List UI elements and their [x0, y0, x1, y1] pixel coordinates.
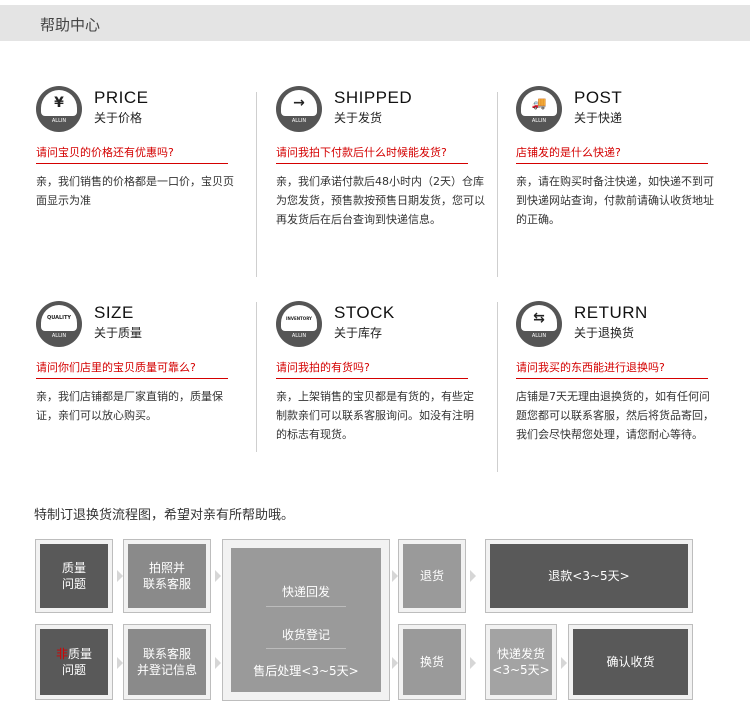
card-question: 请问你们店里的宝贝质量可靠么?	[36, 359, 228, 379]
flow-return-goods: 退货	[398, 539, 466, 613]
flow-photo-contact: 拍照并 联系客服	[123, 539, 211, 613]
truck-icon: 🚚 ALLIN	[516, 86, 562, 132]
flow-non-quality-issue: 非质量 问题	[35, 624, 113, 700]
inventory-icon: INVENTORY ALLIN	[276, 301, 322, 347]
card-title-en: PRICE	[94, 88, 149, 107]
divider	[256, 302, 257, 452]
card-answer: 亲，请在购买时备注快递，如快递不到可到快递网站查询，付款前请确认收货地址的正确。	[516, 175, 714, 226]
card-title-en: RETURN	[574, 303, 648, 322]
flow-exchange: 换货	[398, 624, 466, 700]
flow-receipt-register: 收货登记	[281, 628, 330, 642]
flow-quality-issue: 质量 问题	[35, 539, 113, 613]
card-answer: 亲，我们销售的价格都是一口价，宝贝页面显示为准	[36, 175, 234, 207]
card-title-cn: 关于快递	[574, 111, 623, 125]
flow-arrow	[561, 657, 567, 669]
card-title-cn: 关于质量	[94, 326, 143, 340]
flow-express-return: 快递回发	[281, 585, 330, 599]
flow-refund: 退款<3~5天>	[485, 539, 693, 613]
flow-express-ship: 快递发货 <3~5天>	[485, 624, 557, 700]
card-question: 请问宝贝的价格还有优惠吗?	[36, 144, 228, 164]
card-title-cn: 关于发货	[334, 111, 383, 125]
flow-arrow	[470, 570, 476, 582]
card-answer: 店铺是7天无理由退换货的，如有任何问题您都可以联系客服，然后将货品寄回，我们会尽…	[516, 390, 714, 441]
arrow-right-icon: → ALLIN	[276, 86, 322, 132]
flow-center-process: 快递回发 收货登记 售后处理<3~5天>	[222, 539, 390, 701]
card-title-cn: 关于库存	[334, 326, 383, 340]
flow-arrow	[215, 570, 221, 582]
card-title-en: SHIPPED	[334, 88, 413, 107]
card-answer: 亲，我们店铺都是厂家直销的，质量保证，亲们可以放心购买。	[36, 390, 223, 422]
card-answer: 亲，我们承诺付款后48小时内（2天）仓库为您发货，预售款按预售日期发货，您可以再…	[276, 175, 485, 226]
card-title-en: STOCK	[334, 303, 395, 322]
card-question: 请问我买的东西能进行退换吗?	[516, 359, 708, 379]
card-title-en: SIZE	[94, 303, 134, 322]
yen-icon: ¥ ALLIN	[36, 86, 82, 132]
card-title-en: POST	[574, 88, 623, 107]
flow-arrow	[215, 657, 221, 669]
divider	[497, 302, 498, 472]
flow-arrow	[470, 657, 476, 669]
card-question: 请问我拍的有货吗?	[276, 359, 468, 379]
card-answer: 亲，上架销售的宝贝都是有货的，有些定制款亲们可以联系客服询问。如没有注明的标志有…	[276, 390, 474, 441]
divider	[497, 92, 498, 277]
page-title: 帮助中心	[40, 16, 101, 34]
card-title-cn: 关于价格	[94, 111, 143, 125]
help-center-header: 帮助中心	[0, 5, 750, 41]
card-question: 店铺发的是什么快递?	[516, 144, 708, 164]
quality-icon: QUALITY ALLIN	[36, 301, 82, 347]
card-title-cn: 关于退换货	[574, 326, 635, 340]
card-question: 请问我拍下付款后什么时候能发货?	[276, 144, 468, 164]
divider	[256, 92, 257, 277]
flow-contact-register: 联系客服 并登记信息	[123, 624, 211, 700]
flow-aftersale: 售后处理<3~5天>	[253, 664, 359, 678]
exchange-icon: ⇆ ALLIN	[516, 301, 562, 347]
flow-confirm-receipt: 确认收货	[568, 624, 693, 700]
flow-caption: 特制订退换货流程图，希望对亲有所帮助哦。	[34, 508, 295, 523]
